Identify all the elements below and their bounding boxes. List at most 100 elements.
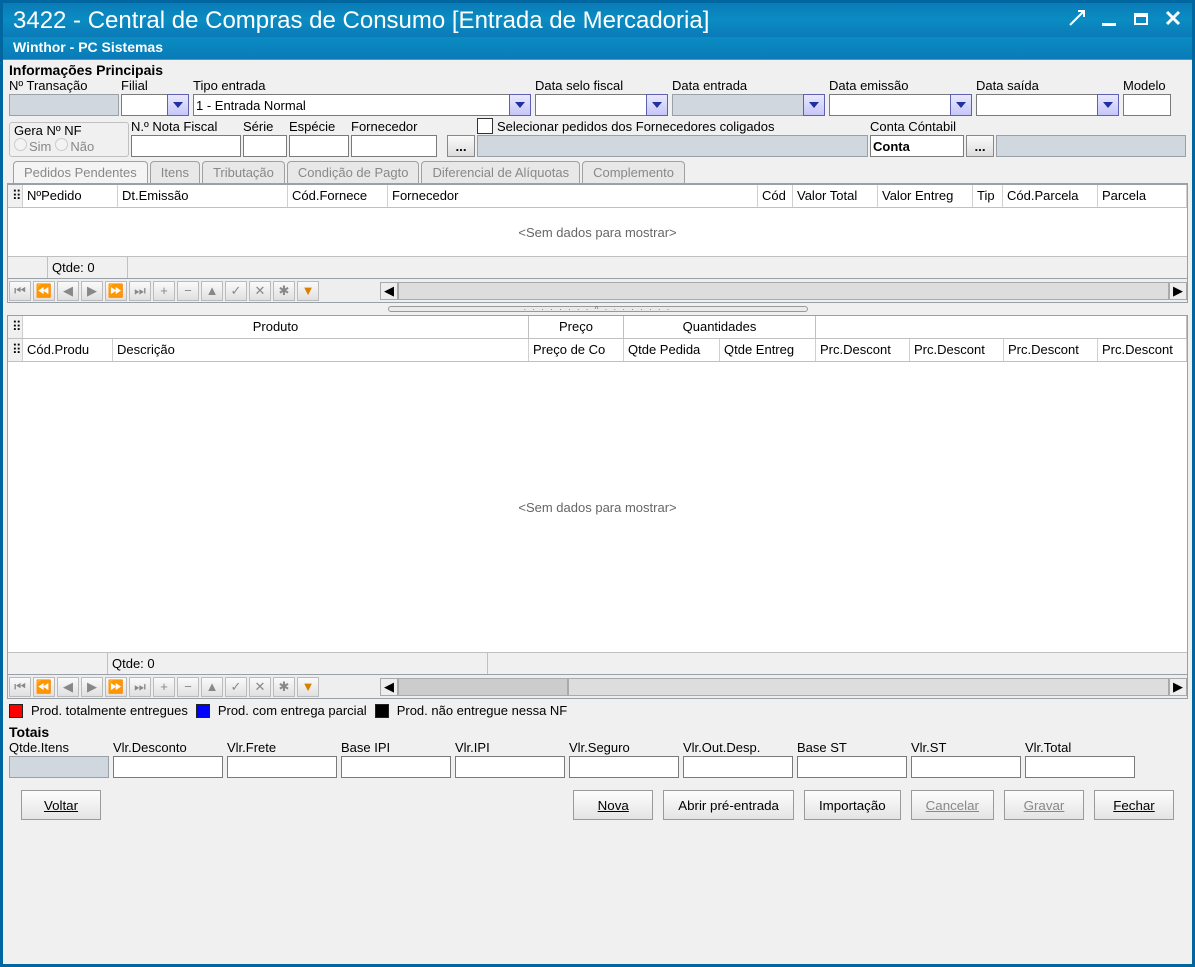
col-fornecedor[interactable]: Fornecedor: [388, 185, 758, 207]
col-dtemissao[interactable]: Dt.Emissão: [118, 185, 288, 207]
nav2-next-icon[interactable]: ▶: [81, 677, 103, 697]
grid2-selector-icon[interactable]: ⠿: [8, 316, 23, 338]
inp-vlr-desconto[interactable]: [113, 756, 223, 778]
radio-nao[interactable]: [55, 138, 68, 151]
inp-qtde-itens[interactable]: [9, 756, 109, 778]
nav-cancel-icon[interactable]: ✕: [249, 281, 271, 301]
nova-button[interactable]: Nova: [573, 790, 653, 820]
col-prcdescont1[interactable]: Prc.Descont: [816, 339, 910, 361]
nav-last-icon[interactable]: ⏭: [129, 281, 151, 301]
data-emissao-dropdown-button[interactable]: [950, 94, 972, 116]
tab-complemento[interactable]: Complemento: [582, 161, 685, 183]
col-prcdescont4[interactable]: Prc.Descont: [1098, 339, 1187, 361]
nav2-first-icon[interactable]: ⏮: [9, 677, 31, 697]
input-especie[interactable]: [289, 135, 349, 157]
nav-delete-icon[interactable]: −: [177, 281, 199, 301]
col-parcela[interactable]: Parcela: [1098, 185, 1187, 207]
checkbox-selecionar-pedidos[interactable]: [477, 118, 493, 134]
input-tipo-entrada[interactable]: [193, 94, 509, 116]
col-cod[interactable]: Cód: [758, 185, 793, 207]
nav2-post-icon[interactable]: ✓: [225, 677, 247, 697]
inp-vlr-total[interactable]: [1025, 756, 1135, 778]
splitter[interactable]: · · · · · · · · ^ · · · · · · · ·: [7, 303, 1188, 315]
hscroll2-left-icon[interactable]: ◀: [380, 678, 398, 696]
nav-post-icon[interactable]: ✓: [225, 281, 247, 301]
tab-itens[interactable]: Itens: [150, 161, 200, 183]
tab-condicao-pagto[interactable]: Condição de Pagto: [287, 161, 420, 183]
input-modelo[interactable]: [1123, 94, 1171, 116]
col-precodeco[interactable]: Preço de Co: [529, 339, 624, 361]
nav-edit-icon[interactable]: ▲: [201, 281, 223, 301]
col-qtdepedida[interactable]: Qtde Pedida: [624, 339, 720, 361]
input-fornecedor-nome[interactable]: [477, 135, 868, 157]
nav2-prevpage-icon[interactable]: ⏪: [33, 677, 55, 697]
input-data-emissao[interactable]: [829, 94, 950, 116]
inp-vlr-outdesp[interactable]: [683, 756, 793, 778]
nav-nextpage-icon[interactable]: ⏩: [105, 281, 127, 301]
nav2-last-icon[interactable]: ⏭: [129, 677, 151, 697]
nav2-nextpage-icon[interactable]: ⏩: [105, 677, 127, 697]
nav2-edit-icon[interactable]: ▲: [201, 677, 223, 697]
voltar-button[interactable]: Voltar: [21, 790, 101, 820]
close-icon[interactable]: [1164, 9, 1182, 33]
input-fornecedor-cod[interactable]: [351, 135, 437, 157]
tipo-entrada-dropdown-button[interactable]: [509, 94, 531, 116]
nav2-delete-icon[interactable]: −: [177, 677, 199, 697]
col-valortotal[interactable]: Valor Total: [793, 185, 878, 207]
minimize-icon[interactable]: [1100, 9, 1118, 33]
col-descricao[interactable]: Descrição: [113, 339, 529, 361]
inp-vlr-seguro[interactable]: [569, 756, 679, 778]
col-codfornec[interactable]: Cód.Fornece: [288, 185, 388, 207]
tab-tributacao[interactable]: Tributação: [202, 161, 285, 183]
nav-first-icon[interactable]: ⏮: [9, 281, 31, 301]
col-prcdescont2[interactable]: Prc.Descont: [910, 339, 1004, 361]
nav-next-icon[interactable]: ▶: [81, 281, 103, 301]
input-serie[interactable]: [243, 135, 287, 157]
filial-dropdown-button[interactable]: [167, 94, 189, 116]
expand-icon[interactable]: [1068, 9, 1086, 33]
input-data-selo-fiscal[interactable]: [535, 94, 646, 116]
conta-lookup-button[interactable]: ...: [966, 135, 994, 157]
data-entrada-dropdown-button[interactable]: [803, 94, 825, 116]
nav-prev-icon[interactable]: ◀: [57, 281, 79, 301]
cancelar-button[interactable]: Cancelar: [911, 790, 994, 820]
hscroll-left-icon[interactable]: ◀: [380, 282, 398, 300]
abrir-pre-entrada-button[interactable]: Abrir pré-entrada: [663, 790, 794, 820]
input-data-saida[interactable]: [976, 94, 1097, 116]
input-filial[interactable]: [121, 94, 167, 116]
col-codparcela[interactable]: Cód.Parcela: [1003, 185, 1098, 207]
nav2-insert-icon[interactable]: +: [153, 677, 175, 697]
grid-selector-icon[interactable]: ⠿: [8, 185, 23, 207]
tab-diferencial-aliquotas[interactable]: Diferencial de Alíquotas: [421, 161, 580, 183]
fechar-button[interactable]: Fechar: [1094, 790, 1174, 820]
nav-refresh-icon[interactable]: ✱: [273, 281, 295, 301]
inp-base-st[interactable]: [797, 756, 907, 778]
col-codprodu[interactable]: Cód.Produ: [23, 339, 113, 361]
inp-vlr-frete[interactable]: [227, 756, 337, 778]
hscroll-right-icon[interactable]: ▶: [1169, 282, 1187, 300]
input-n-transacao[interactable]: [9, 94, 119, 116]
grid2-selector2-icon[interactable]: ⠿: [8, 339, 23, 361]
gravar-button[interactable]: Gravar: [1004, 790, 1084, 820]
col-npedido[interactable]: NºPedido: [23, 185, 118, 207]
inp-vlr-st[interactable]: [911, 756, 1021, 778]
radio-sim[interactable]: [14, 138, 27, 151]
nav-insert-icon[interactable]: +: [153, 281, 175, 301]
inp-base-ipi[interactable]: [341, 756, 451, 778]
col-qtdeentreg[interactable]: Qtde Entreg: [720, 339, 816, 361]
hscroll2-track[interactable]: [568, 678, 1169, 696]
col-prcdescont3[interactable]: Prc.Descont: [1004, 339, 1098, 361]
importacao-button[interactable]: Importação: [804, 790, 901, 820]
tab-pedidos-pendentes[interactable]: Pedidos Pendentes: [13, 161, 148, 183]
data-saida-dropdown-button[interactable]: [1097, 94, 1119, 116]
nav2-prev-icon[interactable]: ◀: [57, 677, 79, 697]
hscroll-track[interactable]: [398, 282, 1169, 300]
col-valorentreg[interactable]: Valor Entreg: [878, 185, 973, 207]
hscroll2-right-icon[interactable]: ▶: [1169, 678, 1187, 696]
col-tip[interactable]: Tip: [973, 185, 1003, 207]
nav-prevpage-icon[interactable]: ⏪: [33, 281, 55, 301]
fornecedor-lookup-button[interactable]: ...: [447, 135, 475, 157]
nav2-refresh-icon[interactable]: ✱: [273, 677, 295, 697]
input-conta-nome[interactable]: [996, 135, 1186, 157]
nav2-cancel-icon[interactable]: ✕: [249, 677, 271, 697]
